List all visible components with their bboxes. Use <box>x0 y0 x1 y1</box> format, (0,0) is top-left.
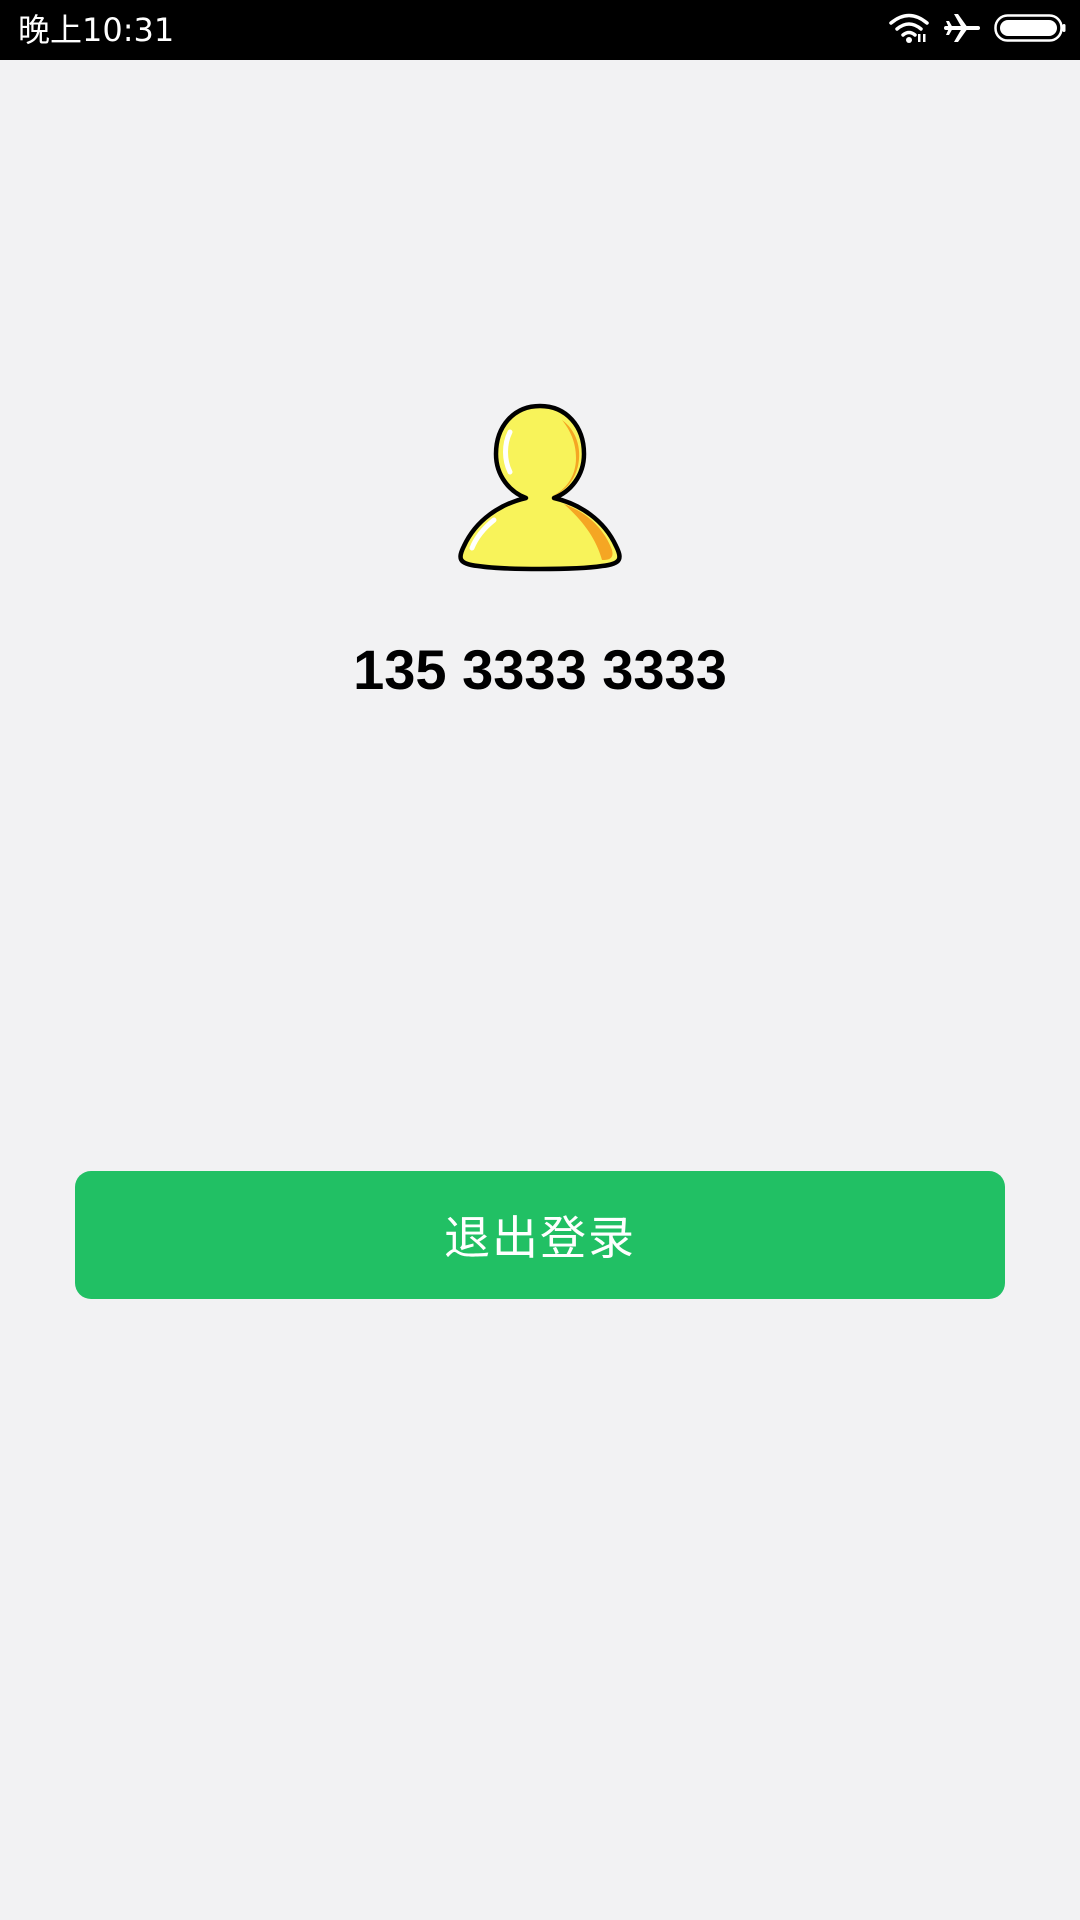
logout-button[interactable]: 退出登录 <box>75 1171 1005 1299</box>
status-time: 晚上10:31 <box>18 11 175 49</box>
status-bar: 晚上10:31 <box>0 0 1080 60</box>
phone-number: 135 3333 3333 <box>353 638 727 701</box>
status-icons <box>874 12 1066 48</box>
wifi-icon <box>888 12 930 48</box>
user-avatar-icon <box>454 402 626 572</box>
airplane-icon <box>944 11 980 49</box>
logout-button-label: 退出登录 <box>444 1211 636 1265</box>
battery-icon <box>994 14 1066 46</box>
